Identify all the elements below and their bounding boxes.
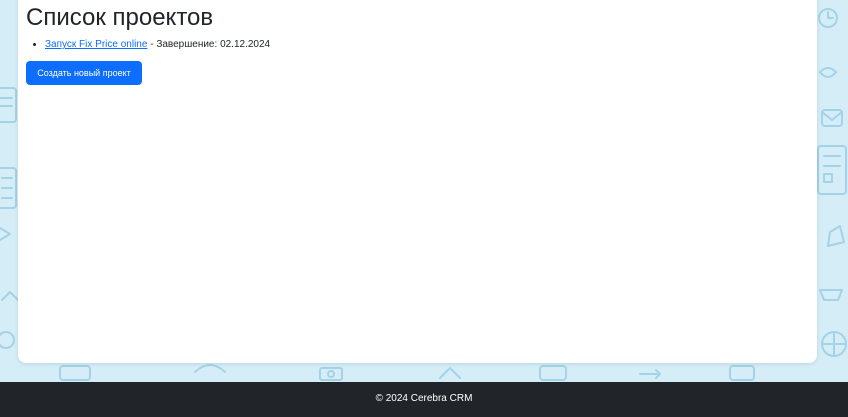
project-end-label: Завершение:: [156, 39, 221, 50]
doodle-box: [539, 365, 567, 381]
doodle-up: [439, 367, 461, 379]
doodle-arc: [194, 364, 226, 373]
doodle-chevron: [1, 291, 19, 301]
doodle-envelope: [821, 109, 843, 127]
footer: © 2024 Cerebra CRM: [0, 382, 848, 417]
doodle-note: [819, 67, 837, 78]
doodle-circle: [0, 331, 15, 349]
doodle-right-arrow: [639, 369, 661, 379]
project-link[interactable]: Запуск Fix Price online: [45, 39, 147, 50]
page-title: Список проектов: [26, 4, 214, 31]
project-list: Запуск Fix Price online - Завершение: 02…: [26, 38, 270, 52]
doodle-camera: [319, 367, 343, 381]
create-project-button[interactable]: Создать новый проект: [26, 61, 142, 85]
doodle-board: [817, 145, 847, 195]
main-card: [18, 0, 817, 363]
project-separator: -: [147, 39, 157, 50]
doodle-cup: [819, 289, 843, 301]
project-end-date: 02.12.2024: [220, 39, 271, 50]
footer-copyright: © 2024 Cerebra CRM: [375, 393, 473, 404]
doodle-tag: [827, 225, 845, 247]
doodle-frame: [729, 365, 755, 381]
doodle-arrow: [0, 227, 11, 241]
project-list-item: Запуск Fix Price online - Завершение: 02…: [45, 38, 270, 52]
doodle-card: [59, 365, 91, 381]
